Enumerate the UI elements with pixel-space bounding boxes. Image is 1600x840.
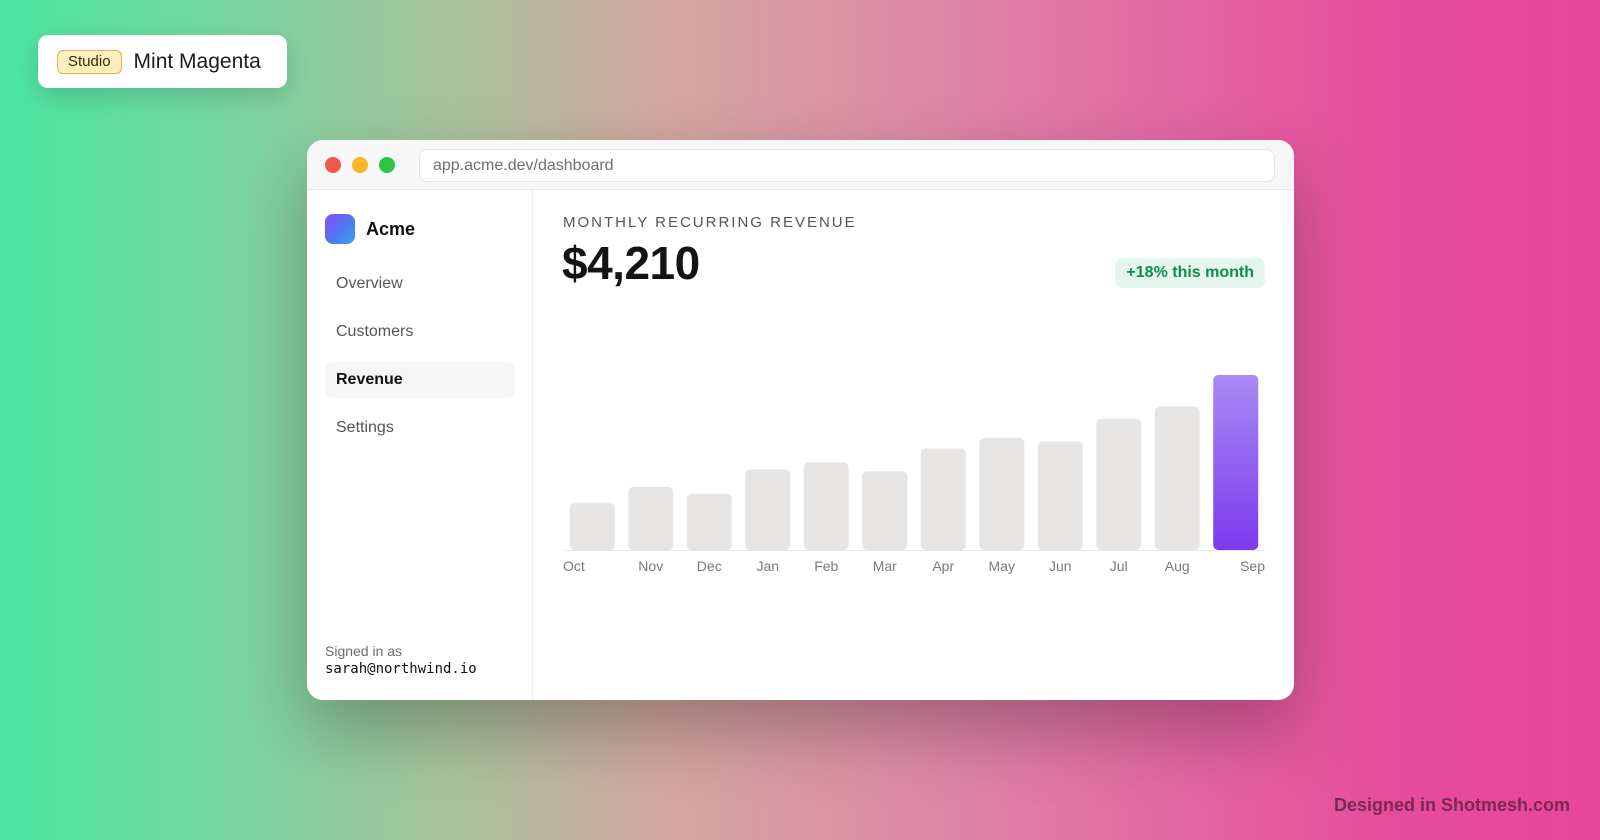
- chart-bar-aug[interactable]: [1154, 406, 1200, 551]
- minimize-window-button[interactable]: [352, 157, 368, 173]
- revenue-chart-svg: Oct Nov Dec Jan Feb Mar Apr May Jun Jul Aug Sep: [563, 375, 1265, 574]
- chart-tick-label-jan: Jan: [756, 558, 779, 574]
- sidebar-item-overview[interactable]: Overview: [325, 266, 515, 302]
- chart-bar-nov[interactable]: [628, 487, 674, 550]
- chart-bar-oct[interactable]: [569, 502, 615, 550]
- brand[interactable]: Acme: [325, 214, 415, 244]
- chart-tick-label-apr: Apr: [932, 558, 954, 574]
- sidebar-item-revenue[interactable]: Revenue: [325, 362, 515, 398]
- chart-tick-label-may: May: [989, 558, 1015, 574]
- chart-bar-jun[interactable]: [1037, 441, 1083, 551]
- kpi-label: MONTHLY RECURRING REVENUE: [563, 214, 857, 231]
- chart-bar-jul[interactable]: [1096, 418, 1142, 550]
- chart-bar-sep[interactable]: [1213, 375, 1259, 550]
- acme-logo-icon: [325, 214, 355, 244]
- studio-tag: Studio: [57, 49, 122, 74]
- signed-in-label: Signed in as: [325, 643, 403, 659]
- chart-bar-may[interactable]: [979, 438, 1025, 550]
- chart-tick-label-mar: Mar: [873, 558, 897, 574]
- chart-tick-label-feb: Feb: [814, 558, 838, 574]
- footer-credit: Designed in Shotmesh.com: [1333, 795, 1570, 815]
- chart-tick-label-jul: Jul: [1110, 558, 1128, 574]
- main-content: MONTHLY RECURRING REVENUE $4,210 +18% th…: [533, 190, 1294, 700]
- address-bar[interactable]: app.acme.dev/dashboard: [419, 149, 1275, 182]
- chart-tick-label-aug: Aug: [1165, 558, 1190, 574]
- revenue-chart: Oct Nov Dec Jan Feb Mar Apr May Jun Jul Aug Sep: [563, 320, 1265, 590]
- browser-window: app.acme.dev/dashboard Acme Overview Cus…: [307, 140, 1294, 700]
- chart-tick-label-nov: Nov: [638, 558, 663, 574]
- chart-tick-label-jun: Jun: [1049, 558, 1072, 574]
- chart-bar-feb[interactable]: [803, 462, 849, 551]
- brand-name: Acme: [366, 218, 416, 239]
- maximize-window-button[interactable]: [379, 157, 395, 173]
- chart-tick-label-dec: Dec: [697, 558, 722, 574]
- sidebar-item-settings[interactable]: Settings: [325, 410, 515, 446]
- close-window-button[interactable]: [325, 157, 341, 173]
- theme-badge-card: Studio Mint Magenta: [38, 35, 287, 88]
- chart-bar-dec[interactable]: [686, 494, 732, 550]
- signed-in-info: Signed in as sarah@northwind.io: [325, 643, 477, 678]
- chart-tick-label-oct: Oct: [563, 558, 585, 574]
- theme-name: Mint Magenta: [133, 49, 261, 73]
- titlebar: app.acme.dev/dashboard: [307, 140, 1294, 190]
- chart-tick-label-sep: Sep: [1240, 558, 1265, 574]
- kpi-value: $4,210: [562, 237, 700, 289]
- chart-bar-mar[interactable]: [862, 471, 908, 550]
- chart-bar-apr[interactable]: [920, 448, 966, 551]
- sidebar-item-customers[interactable]: Customers: [325, 314, 515, 350]
- chart-bar-jan[interactable]: [745, 469, 791, 551]
- sidebar-nav: Overview Customers Revenue Settings: [325, 266, 515, 458]
- signed-in-email: sarah@northwind.io: [325, 661, 477, 677]
- sidebar: Acme Overview Customers Revenue Settings…: [307, 190, 533, 700]
- trend-badge: +18% this month: [1115, 258, 1265, 288]
